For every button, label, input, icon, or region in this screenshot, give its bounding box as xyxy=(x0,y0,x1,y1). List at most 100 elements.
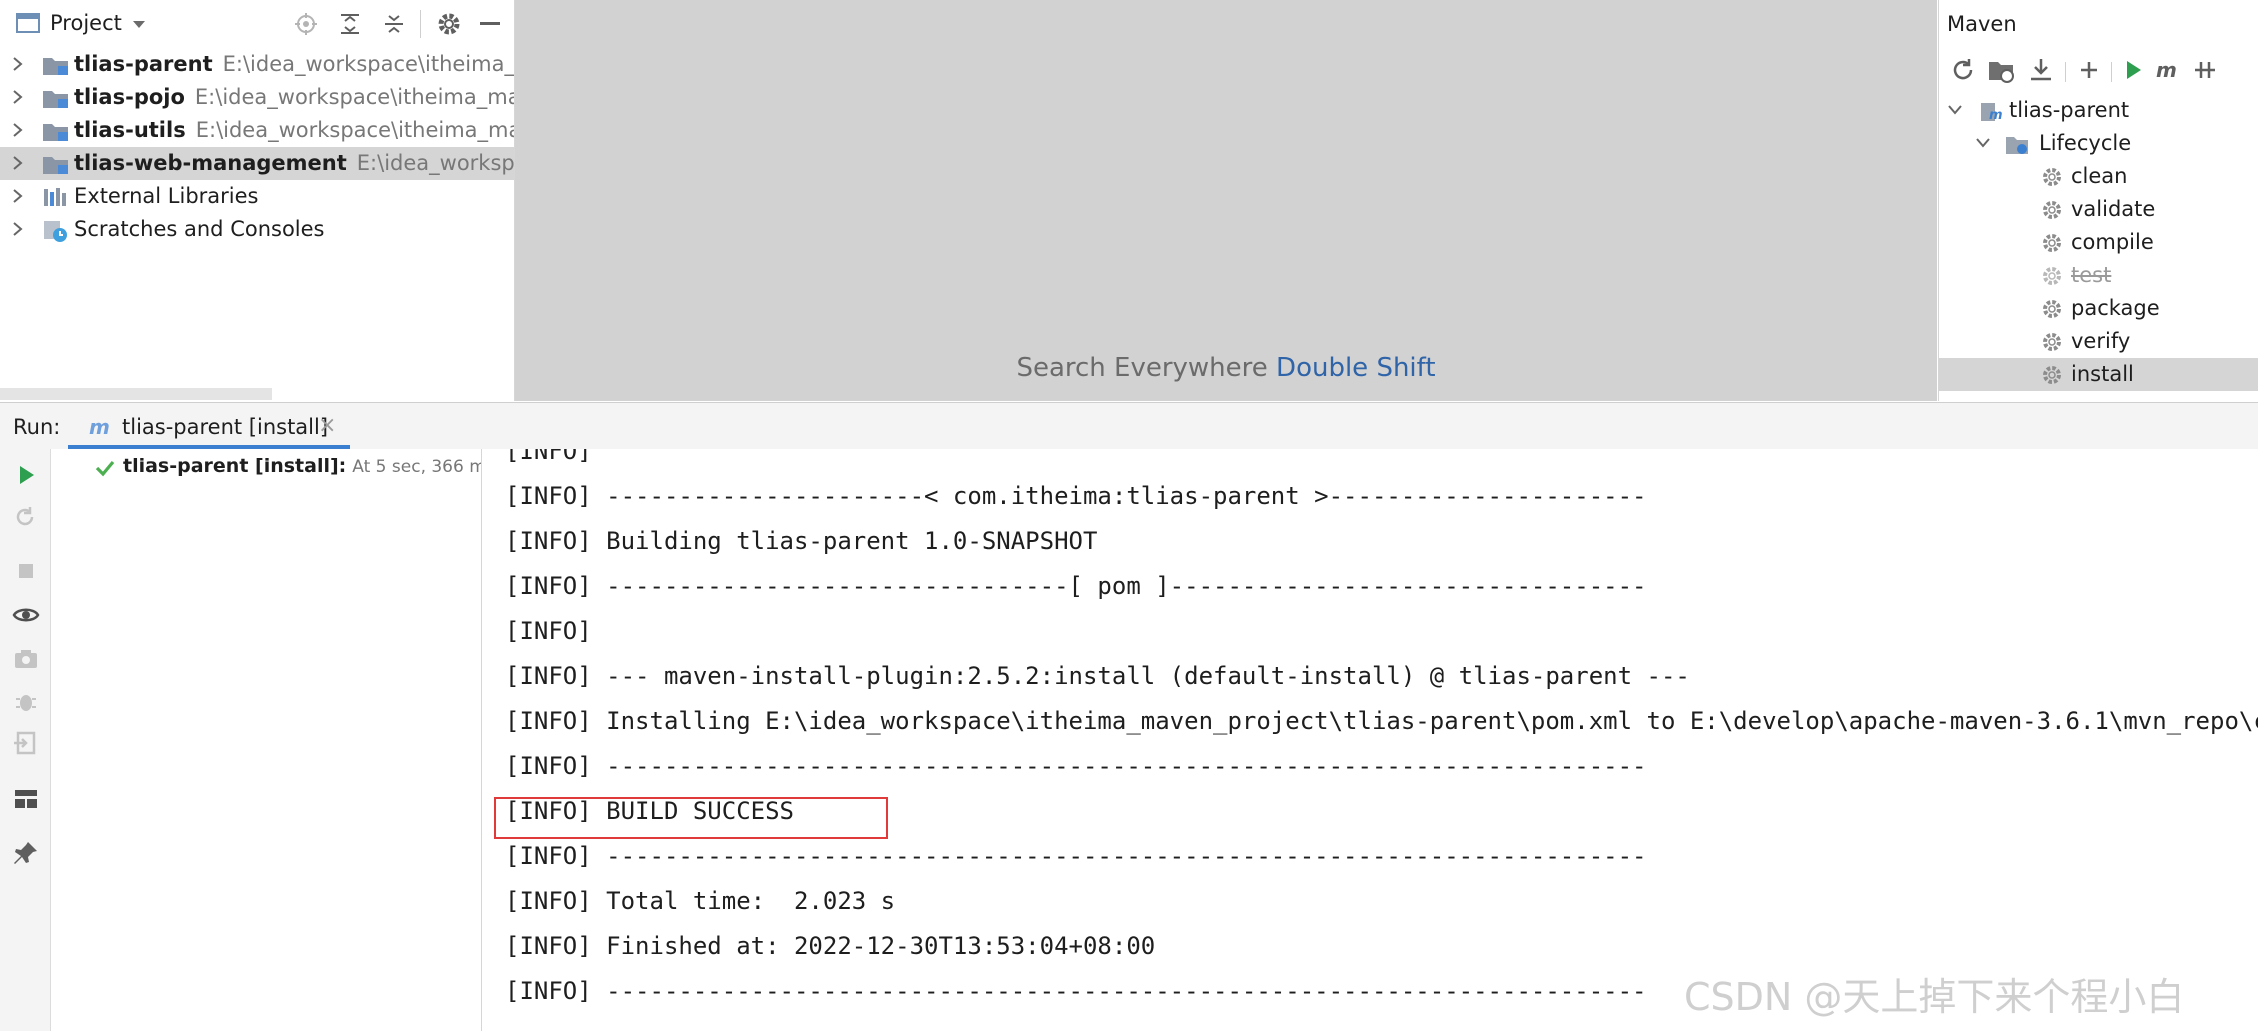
module-path: E:\idea_workspace\itheima_maven_project\… xyxy=(222,52,514,76)
scratches-icon xyxy=(42,219,68,243)
maven-phase-clean[interactable]: clean xyxy=(1939,160,2258,193)
run-tab-tlias-parent-install[interactable]: m tlias-parent [install] × xyxy=(68,403,350,449)
console-line: [INFO] Total time: 2.023 s xyxy=(505,887,896,915)
horizontal-scrollbar[interactable] xyxy=(0,388,272,400)
console-line: [INFO] --- maven-install-plugin:2.5.2:in… xyxy=(505,662,1690,690)
locate-file-icon[interactable] xyxy=(294,12,318,36)
project-tool-window: Project tlias-parent E:\idea_workspace\it… xyxy=(0,0,515,401)
camera-icon[interactable] xyxy=(12,645,40,673)
add-maven-project-icon[interactable] xyxy=(1987,56,2015,84)
eye-icon[interactable] xyxy=(12,601,40,629)
chevron-down-icon[interactable] xyxy=(1947,104,1963,116)
maven-phase-validate[interactable]: validate xyxy=(1939,193,2258,226)
close-icon[interactable]: × xyxy=(318,413,336,438)
console-line: [INFO] ---------------------------------… xyxy=(505,752,1647,780)
project-tree-item-external-libraries[interactable]: External Libraries xyxy=(0,180,514,213)
build-success-highlight xyxy=(494,797,888,839)
project-tree-item-tlias-web-management[interactable]: tlias-web-management E:\idea_workspace\it… xyxy=(0,147,514,180)
rerun-icon[interactable] xyxy=(12,461,40,489)
project-view-dropdown-icon[interactable] xyxy=(132,20,146,30)
gear-icon xyxy=(2041,364,2063,386)
search-everywhere-shortcut: Double Shift xyxy=(1276,353,1436,383)
maven-phase-package[interactable]: package xyxy=(1939,292,2258,325)
toolbar-divider xyxy=(2111,62,2112,82)
libraries-icon xyxy=(42,186,68,208)
chevron-right-icon[interactable] xyxy=(12,155,24,171)
lifecycle-label: Lifecycle xyxy=(2039,131,2132,155)
project-tree-item-tlias-pojo[interactable]: tlias-pojo E:\idea_workspace\itheima_mave… xyxy=(0,81,514,114)
pin-icon[interactable] xyxy=(12,839,40,867)
hide-panel-icon[interactable] xyxy=(480,22,500,25)
chevron-right-icon[interactable] xyxy=(12,122,24,138)
editor-empty-area: Search Everywhere Double Shift xyxy=(515,0,1937,401)
toolbar-divider xyxy=(2065,62,2066,82)
layout-icon[interactable] xyxy=(12,785,40,813)
phase-label: validate xyxy=(2071,197,2156,221)
gear-icon[interactable] xyxy=(436,11,462,37)
maven-tool-window: Maven m m tlias-parent Lifecycle clean v… xyxy=(1938,0,2258,401)
phase-label-skipped: test xyxy=(2071,263,2112,287)
project-view-title[interactable]: Project xyxy=(50,11,122,35)
project-tree-item-scratches[interactable]: Scratches and Consoles xyxy=(0,213,514,246)
console-line: [INFO] Building tlias-parent 1.0-SNAPSHO… xyxy=(505,527,1098,555)
console-line: [INFO] ----------------------< com.ithei… xyxy=(505,482,1647,510)
maven-phase-compile[interactable]: compile xyxy=(1939,226,2258,259)
maven-tree-root[interactable]: m tlias-parent xyxy=(1939,94,2258,127)
module-name: tlias-utils xyxy=(74,118,186,142)
maven-root-label: tlias-parent xyxy=(2009,98,2130,122)
project-view-icon xyxy=(16,12,40,34)
download-sources-icon[interactable] xyxy=(2027,56,2055,84)
plus-icon[interactable] xyxy=(2075,56,2103,84)
maven-tree: m tlias-parent Lifecycle clean validate … xyxy=(1939,94,2258,401)
import-icon[interactable] xyxy=(12,729,40,757)
run-toolbar xyxy=(0,449,51,1031)
gear-icon xyxy=(2041,265,2063,287)
console-line: [INFO] Finished at: 2022-12-30T13:53:04+… xyxy=(505,932,1156,960)
console-line: [INFO] xyxy=(505,449,592,465)
toggle-offline-icon[interactable] xyxy=(2191,56,2219,84)
chevron-right-icon[interactable] xyxy=(12,188,24,204)
maven-phase-test[interactable]: test xyxy=(1939,259,2258,292)
toolbar-divider xyxy=(420,10,421,38)
gear-icon xyxy=(2041,199,2063,221)
chevron-down-icon[interactable] xyxy=(1975,137,1991,149)
module-name: tlias-pojo xyxy=(74,85,185,109)
run-tool-window-header: Run: m tlias-parent [install] × xyxy=(0,402,2258,450)
maven-phase-verify[interactable]: verify xyxy=(1939,325,2258,358)
gear-icon xyxy=(2041,298,2063,320)
phase-label: clean xyxy=(2071,164,2128,188)
reload-icon[interactable] xyxy=(1949,56,1977,84)
debug-bug-icon[interactable] xyxy=(12,687,40,715)
scratches-label: Scratches and Consoles xyxy=(74,217,325,241)
project-tree-item-tlias-utils[interactable]: tlias-utils E:\idea_workspace\itheima_mav… xyxy=(0,114,514,147)
chevron-right-icon[interactable] xyxy=(12,56,24,72)
module-folder-icon xyxy=(42,153,70,175)
console-line: [INFO] ---------------------------------… xyxy=(505,842,1647,870)
console-line: [INFO] Installing E:\idea_workspace\ithe… xyxy=(505,707,2258,735)
module-name: tlias-web-management xyxy=(74,151,347,175)
run-tree-item[interactable]: tlias-parent [install]: At 5 sec, 366 ms xyxy=(51,451,481,483)
phase-label: package xyxy=(2071,296,2160,320)
collapse-all-icon[interactable] xyxy=(382,12,406,36)
maven-project-icon: m xyxy=(1979,99,2003,123)
module-path: E:\idea_workspace\itheima_maven_project\… xyxy=(195,118,514,142)
chevron-right-icon[interactable] xyxy=(12,221,24,237)
run-icon[interactable] xyxy=(2119,56,2147,84)
maven-lifecycle-node[interactable]: Lifecycle xyxy=(1939,127,2258,160)
chevron-right-icon[interactable] xyxy=(12,89,24,105)
maven-phase-install[interactable]: install xyxy=(1939,358,2258,391)
stop-icon[interactable] xyxy=(12,557,40,585)
project-tree-item-tlias-parent[interactable]: tlias-parent E:\idea_workspace\itheima_ma… xyxy=(0,48,514,81)
expand-all-icon[interactable] xyxy=(338,12,362,36)
console-line: [INFO] xyxy=(505,617,592,645)
module-path: E:\idea_workspace\itheima_maven_project\… xyxy=(356,151,514,175)
search-everywhere-hint: Search Everywhere Double Shift xyxy=(515,353,1937,383)
console-output[interactable]: [INFO] [INFO] ----------------------< co… xyxy=(482,449,2258,1031)
lifecycle-folder-icon xyxy=(2005,132,2029,156)
execute-maven-goal-icon[interactable]: m xyxy=(2153,56,2181,84)
module-folder-icon xyxy=(42,120,70,142)
rerun-failed-icon[interactable] xyxy=(12,503,40,531)
svg-text:m: m xyxy=(1989,108,2003,123)
run-label: Run: xyxy=(13,415,61,439)
watermark: CSDN @天上掉下来个程小白 xyxy=(1684,975,2185,1019)
